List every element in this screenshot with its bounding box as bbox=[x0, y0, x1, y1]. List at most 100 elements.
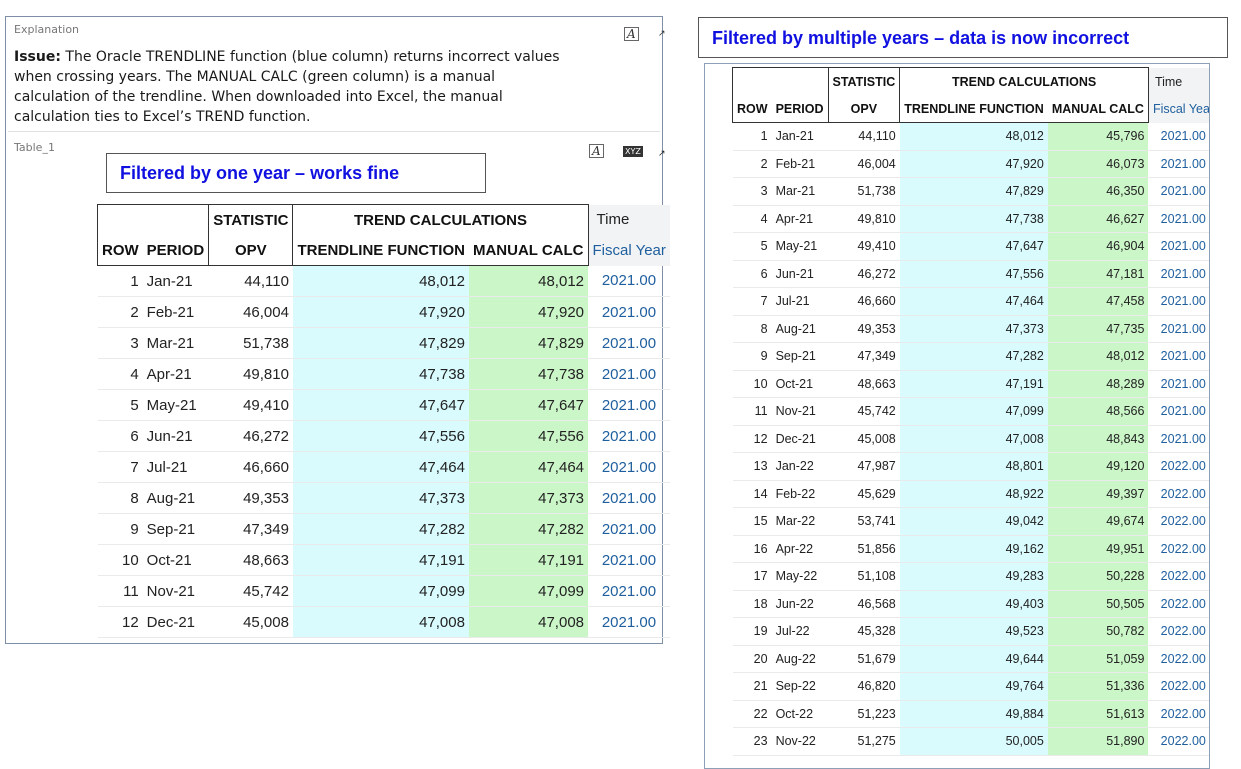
fiscal-year-cell[interactable]: 2021.00 bbox=[588, 296, 670, 328]
fiscal-year-cell[interactable]: 2021.00 bbox=[1148, 177, 1209, 206]
period-cell: Jan-22 bbox=[771, 452, 828, 481]
opv-cell: 51,738 bbox=[208, 327, 293, 359]
opv-cell: 46,272 bbox=[208, 420, 293, 452]
trendline-value-cell: 47,647 bbox=[292, 389, 469, 421]
trendline-value-cell: 48,012 bbox=[899, 122, 1048, 151]
period-cell: Apr-21 bbox=[142, 358, 209, 390]
row-number-cell: 5 bbox=[97, 389, 143, 421]
manual-calc-value-cell: 50,228 bbox=[1047, 562, 1149, 591]
fiscal-year-cell[interactable]: 2021.00 bbox=[1148, 315, 1209, 343]
table-row: 23 Nov-22 51,275 50,005 51,890 2022.00 bbox=[732, 727, 1209, 756]
fiscal-year-cell[interactable]: 2021.00 bbox=[1148, 342, 1209, 371]
table-row: 10 Oct-21 48,663 47,191 48,289 2021.00 bbox=[732, 370, 1209, 398]
fiscal-year-cell[interactable]: 2022.00 bbox=[1148, 452, 1209, 481]
view-menu-icon[interactable]: ↗ bbox=[658, 29, 666, 39]
manual-calc-value-cell: 51,890 bbox=[1047, 727, 1149, 756]
fiscal-year-cell[interactable]: 2021.00 bbox=[588, 389, 670, 421]
row-number-cell: 20 bbox=[732, 645, 772, 673]
fiscal-year-cell[interactable]: 2021.00 bbox=[1148, 425, 1209, 453]
row-number-cell: 23 bbox=[732, 727, 772, 756]
fiscal-year-cell[interactable]: 2021.00 bbox=[1148, 370, 1209, 398]
trendline-value-cell: 49,764 bbox=[899, 672, 1048, 701]
manual-calc-value-cell: 51,613 bbox=[1047, 700, 1149, 728]
trendline-value-cell: 47,464 bbox=[899, 287, 1048, 316]
period-cell: Feb-22 bbox=[771, 480, 828, 508]
fiscal-year-cell[interactable]: 2022.00 bbox=[1148, 535, 1209, 563]
manual-calc-value-cell: 51,059 bbox=[1047, 645, 1149, 673]
trendline-value-cell: 47,008 bbox=[899, 425, 1048, 453]
trendline-value-cell: 47,829 bbox=[292, 327, 469, 359]
manual-calc-value-cell: 46,904 bbox=[1047, 232, 1149, 261]
row-number-cell: 12 bbox=[97, 606, 143, 638]
table-row: 6 Jun-21 46,272 47,556 47,181 2021.00 bbox=[732, 260, 1209, 288]
table-row: 2 Feb-21 46,004 47,920 46,073 2021.00 bbox=[732, 150, 1209, 178]
row-number-cell: 10 bbox=[97, 544, 143, 576]
opv-cell: 51,223 bbox=[828, 700, 900, 728]
row-number-cell: 17 bbox=[732, 562, 772, 591]
row-number-cell: 18 bbox=[732, 590, 772, 618]
trendline-value-cell: 47,738 bbox=[292, 358, 469, 390]
period-cell: Jun-21 bbox=[142, 420, 209, 452]
view-menu-icon[interactable]: ↗ bbox=[658, 149, 666, 159]
manual-calc-value-cell: 49,951 bbox=[1047, 535, 1149, 563]
fiscal-year-cell[interactable]: 2022.00 bbox=[1148, 700, 1209, 728]
trendline-value-cell: 47,191 bbox=[899, 370, 1048, 398]
manual-calc-value-cell: 47,556 bbox=[468, 420, 589, 452]
fiscal-year-cell[interactable]: 2021.00 bbox=[1148, 232, 1209, 261]
row-number-cell: 19 bbox=[732, 617, 772, 646]
header-time: Time bbox=[588, 204, 670, 235]
opv-cell: 53,741 bbox=[828, 507, 900, 536]
header-fiscal-year[interactable]: Fiscal Year bbox=[588, 235, 670, 266]
manual-calc-value-cell: 46,350 bbox=[1047, 177, 1149, 206]
fiscal-year-cell[interactable]: 2021.00 bbox=[588, 420, 670, 452]
fiscal-year-cell[interactable]: 2021.00 bbox=[1148, 287, 1209, 316]
fiscal-year-cell[interactable]: 2021.00 bbox=[588, 451, 670, 483]
fiscal-year-cell[interactable]: 2022.00 bbox=[1148, 480, 1209, 508]
manual-calc-value-cell: 48,843 bbox=[1047, 425, 1149, 453]
fiscal-year-cell[interactable]: 2021.00 bbox=[1148, 150, 1209, 178]
fiscal-year-cell[interactable]: 2021.00 bbox=[1148, 260, 1209, 288]
fiscal-year-cell[interactable]: 2022.00 bbox=[1148, 727, 1209, 756]
header-opv: OPV bbox=[208, 235, 294, 266]
row-number-cell: 7 bbox=[732, 287, 772, 316]
manual-calc-value-cell: 47,464 bbox=[468, 451, 589, 483]
table-row: 11 Nov-21 45,742 47,099 47,099 2021.00 bbox=[97, 575, 670, 607]
fiscal-year-cell[interactable]: 2021.00 bbox=[1148, 397, 1209, 426]
fiscal-year-cell[interactable]: 2021.00 bbox=[588, 265, 670, 297]
callout-multiple-years: Filtered by multiple years – data is now… bbox=[698, 17, 1228, 58]
fiscal-year-cell[interactable]: 2021.00 bbox=[588, 544, 670, 576]
fiscal-year-cell[interactable]: 2021.00 bbox=[588, 606, 670, 638]
table-row: 21 Sep-22 46,820 49,764 51,336 2022.00 bbox=[732, 672, 1209, 701]
fiscal-year-cell[interactable]: 2021.00 bbox=[588, 513, 670, 545]
fiscal-year-cell[interactable]: 2022.00 bbox=[1148, 562, 1209, 591]
table-row: 11 Nov-21 45,742 47,099 48,566 2021.00 bbox=[732, 397, 1209, 426]
opv-cell: 51,856 bbox=[828, 535, 900, 563]
header-statistic: STATISTIC bbox=[827, 67, 901, 96]
trendline-value-cell: 47,282 bbox=[292, 513, 469, 545]
fiscal-year-cell[interactable]: 2021.00 bbox=[1148, 205, 1209, 233]
fiscal-year-cell[interactable]: 2022.00 bbox=[1148, 590, 1209, 618]
fiscal-year-cell[interactable]: 2021.00 bbox=[588, 327, 670, 359]
trendline-value-cell: 47,099 bbox=[292, 575, 469, 607]
fiscal-year-cell[interactable]: 2021.00 bbox=[588, 358, 670, 390]
opv-cell: 45,008 bbox=[828, 425, 900, 453]
xyz-icon[interactable]: XYZ bbox=[623, 146, 643, 157]
fiscal-year-cell[interactable]: 2021.00 bbox=[1148, 122, 1209, 151]
fiscal-year-cell[interactable]: 2022.00 bbox=[1148, 672, 1209, 701]
fiscal-year-cell[interactable]: 2021.00 bbox=[588, 482, 670, 514]
table-view-label: Table_1 bbox=[14, 141, 55, 154]
header-fiscal-year[interactable]: Fiscal Year bbox=[1148, 96, 1209, 123]
opv-cell: 46,660 bbox=[208, 451, 293, 483]
period-cell: Dec-21 bbox=[142, 606, 209, 638]
fiscal-year-cell[interactable]: 2022.00 bbox=[1148, 507, 1209, 536]
trendline-value-cell: 47,556 bbox=[292, 420, 469, 452]
text-format-icon[interactable]: A bbox=[624, 27, 639, 41]
row-number-cell: 1 bbox=[97, 265, 143, 297]
fiscal-year-cell[interactable]: 2022.00 bbox=[1148, 617, 1209, 646]
opv-cell: 51,275 bbox=[828, 727, 900, 756]
fiscal-year-cell[interactable]: 2022.00 bbox=[1148, 645, 1209, 673]
table-row: 14 Feb-22 45,629 48,922 49,397 2022.00 bbox=[732, 480, 1209, 508]
trendline-value-cell: 49,403 bbox=[899, 590, 1048, 618]
text-format-icon[interactable]: A bbox=[589, 144, 604, 158]
fiscal-year-cell[interactable]: 2021.00 bbox=[588, 575, 670, 607]
